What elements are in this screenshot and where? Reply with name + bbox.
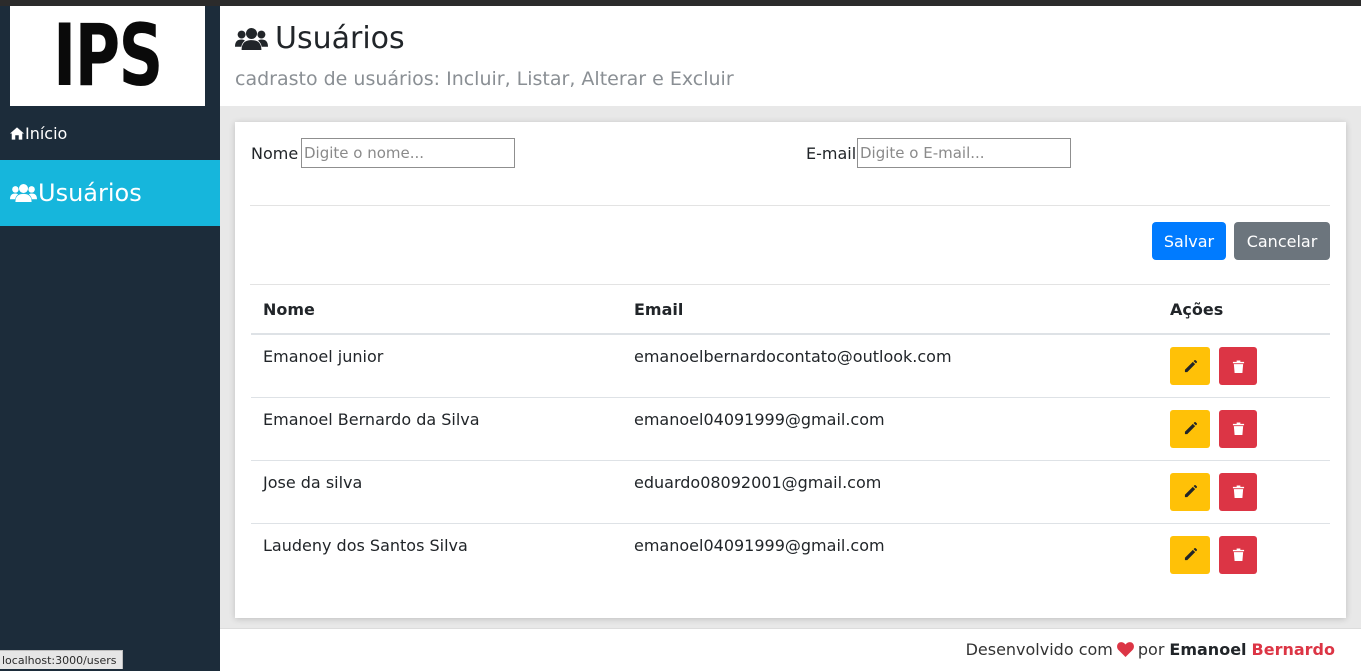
user-name: Laudeny dos Santos Silva bbox=[263, 535, 468, 555]
user-email: eduardo08092001@gmail.com bbox=[622, 460, 1158, 524]
author-last-name: Bernardo bbox=[1251, 640, 1335, 659]
sidebar: IPS Início Usuários bbox=[0, 6, 220, 671]
trash-icon bbox=[1232, 359, 1244, 373]
pencil-icon bbox=[1184, 359, 1197, 372]
user-name: Emanoel junior bbox=[251, 334, 622, 398]
user-name: Jose da silva bbox=[251, 460, 622, 524]
pencil-icon bbox=[1184, 548, 1197, 561]
column-header-acoes: Ações bbox=[1158, 285, 1330, 335]
page-header: Usuários cadrasto de usuários: Incluir, … bbox=[220, 6, 1361, 106]
heart-icon bbox=[1116, 642, 1134, 657]
sidebar-item-label: Início bbox=[25, 123, 68, 143]
users-icon bbox=[235, 27, 268, 50]
table-row: Jose da silva eduardo08092001@gmail.com bbox=[251, 460, 1330, 524]
delete-button[interactable] bbox=[1219, 472, 1258, 511]
column-header-email: Email bbox=[622, 285, 1158, 335]
users-table: Nome Email Ações Emanoel junior emanoelb… bbox=[251, 285, 1330, 586]
pencil-icon bbox=[1184, 422, 1197, 435]
column-header-nome: Nome bbox=[251, 285, 622, 335]
cancel-button[interactable]: Cancelar bbox=[1234, 222, 1330, 260]
user-email: emanoelbernardocontato@outlook.com bbox=[622, 334, 1158, 398]
sidebar-item-inicio[interactable]: Início bbox=[10, 122, 67, 144]
footer-middle: por bbox=[1137, 640, 1165, 659]
row-actions bbox=[1158, 397, 1330, 461]
row-actions bbox=[1158, 334, 1330, 398]
table-row: Laudeny dos Santos Silva emanoel04091999… bbox=[251, 523, 1330, 586]
sidebar-item-usuarios[interactable]: Usuários bbox=[0, 160, 220, 226]
table-row: Emanoel junior emanoelbernardocontato@ou… bbox=[251, 334, 1330, 398]
trash-icon bbox=[1232, 548, 1244, 561]
sidebar-item-label: Usuários bbox=[38, 179, 142, 207]
email-label: E-mail bbox=[806, 144, 857, 163]
user-name: Emanoel Bernardo da Silva bbox=[251, 397, 622, 461]
author-first-name: Emanoel bbox=[1169, 640, 1247, 659]
logo-text: IPS bbox=[53, 6, 163, 106]
page-title: Usuários bbox=[235, 21, 405, 56]
trash-icon bbox=[1232, 422, 1244, 435]
save-button[interactable]: Salvar bbox=[1152, 222, 1226, 260]
divider bbox=[250, 205, 1330, 206]
user-email: emanoel04091999@gmail.com bbox=[622, 397, 1158, 461]
page-title-text: Usuários bbox=[275, 21, 405, 56]
users-card: Nome E-mail Salvar Cancelar Nome Email A… bbox=[235, 122, 1346, 618]
logo: IPS bbox=[10, 6, 205, 106]
user-email: emanoel04091999@gmail.com bbox=[634, 535, 885, 555]
delete-button[interactable] bbox=[1219, 535, 1258, 574]
edit-button[interactable] bbox=[1170, 535, 1210, 574]
footer: Desenvolvido com por Emanoel Bernardo bbox=[220, 628, 1361, 671]
page-subtitle: cadrasto de usuários: Incluir, Listar, A… bbox=[235, 68, 734, 90]
edit-button[interactable] bbox=[1170, 409, 1210, 448]
pencil-icon bbox=[1184, 485, 1197, 498]
edit-button[interactable] bbox=[1170, 472, 1210, 511]
footer-prefix: Desenvolvido com bbox=[965, 640, 1113, 659]
row-actions bbox=[1158, 460, 1330, 524]
name-label: Nome bbox=[251, 144, 299, 163]
users-icon bbox=[10, 184, 37, 202]
footer-credits: Desenvolvido com por Emanoel Bernardo bbox=[966, 640, 1335, 659]
home-icon bbox=[10, 126, 24, 140]
table-row: Emanoel Bernardo da Silva emanoel0409199… bbox=[251, 397, 1330, 461]
status-bar-url: localhost:3000/users bbox=[0, 650, 123, 669]
delete-button[interactable] bbox=[1219, 347, 1258, 385]
delete-button[interactable] bbox=[1219, 409, 1258, 448]
email-input[interactable] bbox=[857, 138, 1071, 168]
row-actions bbox=[1158, 523, 1330, 586]
trash-icon bbox=[1232, 485, 1244, 498]
name-input[interactable] bbox=[301, 138, 515, 168]
table-header-row: Nome Email Ações bbox=[251, 285, 1330, 335]
edit-button[interactable] bbox=[1170, 347, 1210, 385]
